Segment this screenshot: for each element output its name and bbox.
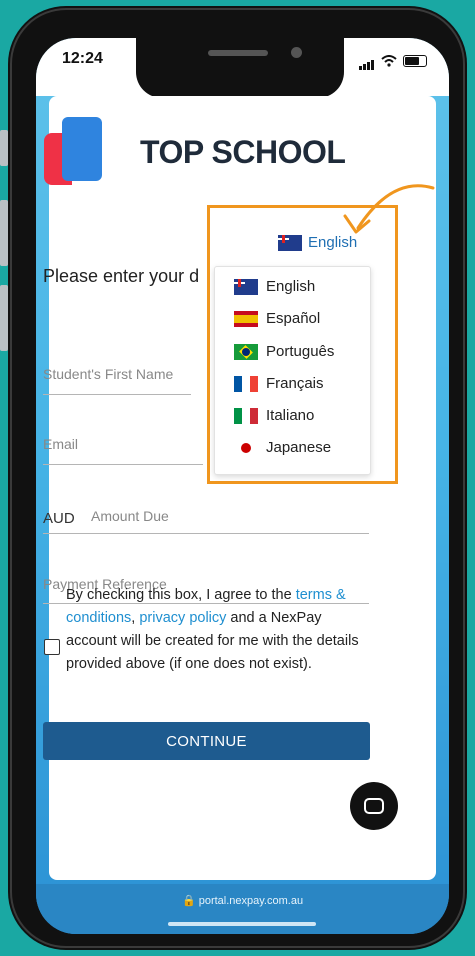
terms-text-part: By checking this box, I agree to the xyxy=(66,587,296,603)
australia-flag-icon xyxy=(234,278,258,295)
australia-flag-icon xyxy=(278,234,302,251)
terms-text: By checking this box, I agree to the ter… xyxy=(66,584,371,676)
signal-icon xyxy=(359,52,375,70)
language-selector[interactable]: English xyxy=(278,234,357,251)
language-option-label: Español xyxy=(266,310,321,327)
home-indicator[interactable] xyxy=(168,922,316,926)
language-option-japanese[interactable]: Japanese xyxy=(234,439,331,456)
form-prompt: Please enter your d xyxy=(43,266,200,286)
language-option-portugues[interactable]: Português xyxy=(234,343,334,360)
first-name-placeholder: Student's First Name xyxy=(43,366,174,382)
language-dropdown: English Español Português Français Itali… xyxy=(214,266,371,475)
first-name-field[interactable]: Student's First Name xyxy=(43,366,191,395)
france-flag-icon xyxy=(234,375,258,392)
speaker xyxy=(208,50,268,56)
terms-checkbox[interactable] xyxy=(44,639,60,655)
wifi-icon xyxy=(381,55,397,67)
battery-icon xyxy=(403,55,427,67)
language-option-label: Français xyxy=(266,375,324,392)
phone-side-button xyxy=(0,130,8,166)
language-option-english[interactable]: English xyxy=(234,278,315,295)
language-option-italiano[interactable]: Italiano xyxy=(234,407,314,424)
spain-flag-icon xyxy=(234,310,258,327)
privacy-link[interactable]: privacy policy xyxy=(139,610,226,626)
language-option-label: Italiano xyxy=(266,407,315,424)
currency-label: AUD xyxy=(43,510,75,527)
amount-field[interactable]: AUD Amount Due xyxy=(43,508,369,534)
chat-button[interactable] xyxy=(350,782,398,830)
url-text: portal.nexpay.com.au xyxy=(198,895,304,907)
camera xyxy=(291,47,302,58)
email-field[interactable]: Email xyxy=(43,436,203,465)
notch xyxy=(136,38,344,98)
phone-side-button xyxy=(0,285,8,351)
amount-placeholder: Amount Due xyxy=(91,508,169,524)
language-option-label: English xyxy=(266,278,316,295)
japan-flag-icon xyxy=(234,440,258,456)
selected-language: English xyxy=(308,234,358,251)
continue-button[interactable]: CONTINUE xyxy=(43,722,370,760)
language-option-espanol[interactable]: Español xyxy=(234,310,320,327)
language-option-francais[interactable]: Français xyxy=(234,375,324,392)
status-time: 12:24 xyxy=(62,50,103,67)
brazil-flag-icon xyxy=(234,343,258,360)
language-option-label: Português xyxy=(266,343,335,360)
phone-side-button xyxy=(0,200,8,266)
email-placeholder: Email xyxy=(43,436,79,452)
browser-bar: 🔒 portal.nexpay.com.au xyxy=(36,884,449,934)
chat-icon xyxy=(364,798,384,814)
italy-flag-icon xyxy=(234,407,258,424)
url-bar[interactable]: 🔒 portal.nexpay.com.au xyxy=(36,894,449,907)
curved-arrow-icon xyxy=(343,184,435,234)
status-icons xyxy=(359,52,427,70)
school-logo-icon xyxy=(44,117,104,185)
language-option-label: Japanese xyxy=(266,439,332,456)
